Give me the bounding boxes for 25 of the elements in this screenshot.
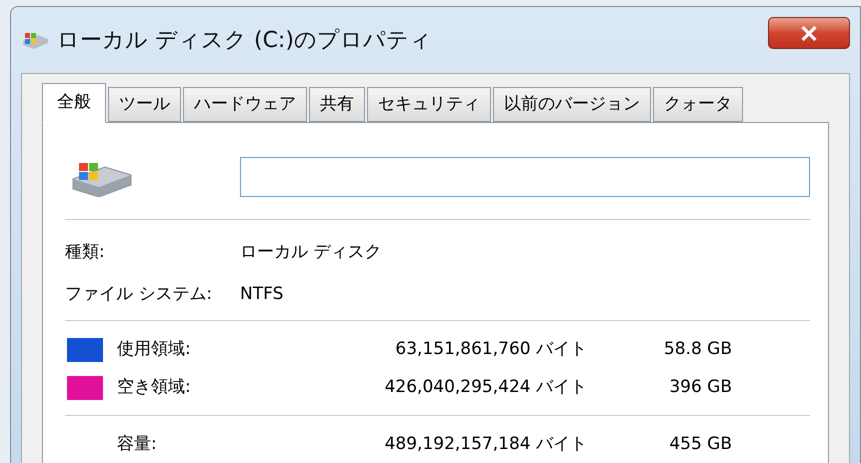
drive-icon — [21, 31, 49, 49]
name-field[interactable] — [240, 157, 810, 197]
byte-count: 426,040,295,424 バイト — [384, 376, 587, 400]
size-value: 396 GB — [668, 376, 732, 400]
property-value: NTFS — [240, 283, 284, 306]
tab[interactable]: クォータ — [653, 87, 743, 122]
property-label: 種類: — [65, 241, 106, 264]
size-value: 58.8 GB — [662, 338, 732, 362]
property-label: ファイル システム: — [65, 283, 214, 306]
close-button[interactable] — [768, 17, 850, 49]
size-value: 455 GB — [668, 433, 732, 456]
usage-label: 空き領域: — [117, 376, 192, 400]
property-value: ローカル ディスク — [240, 241, 382, 264]
byte-count: 489,192,157,184 バイト — [384, 433, 587, 456]
tab[interactable]: ハードウェア — [183, 87, 307, 122]
close-icon — [800, 26, 818, 40]
tab[interactable]: 全般 — [42, 83, 106, 123]
tab[interactable]: ツール — [108, 87, 181, 122]
window-title: ローカル ディスク (C:)のプロパティ — [57, 26, 432, 54]
capacity-label: 容量: — [117, 433, 158, 456]
tab[interactable]: 以前のバージョン — [493, 87, 651, 122]
tab[interactable]: 共有 — [309, 87, 365, 122]
tab[interactable]: セキュリティ — [367, 87, 491, 122]
usage-label: 使用領域: — [117, 338, 192, 362]
byte-count: 63,151,861,760 バイト — [394, 338, 587, 362]
